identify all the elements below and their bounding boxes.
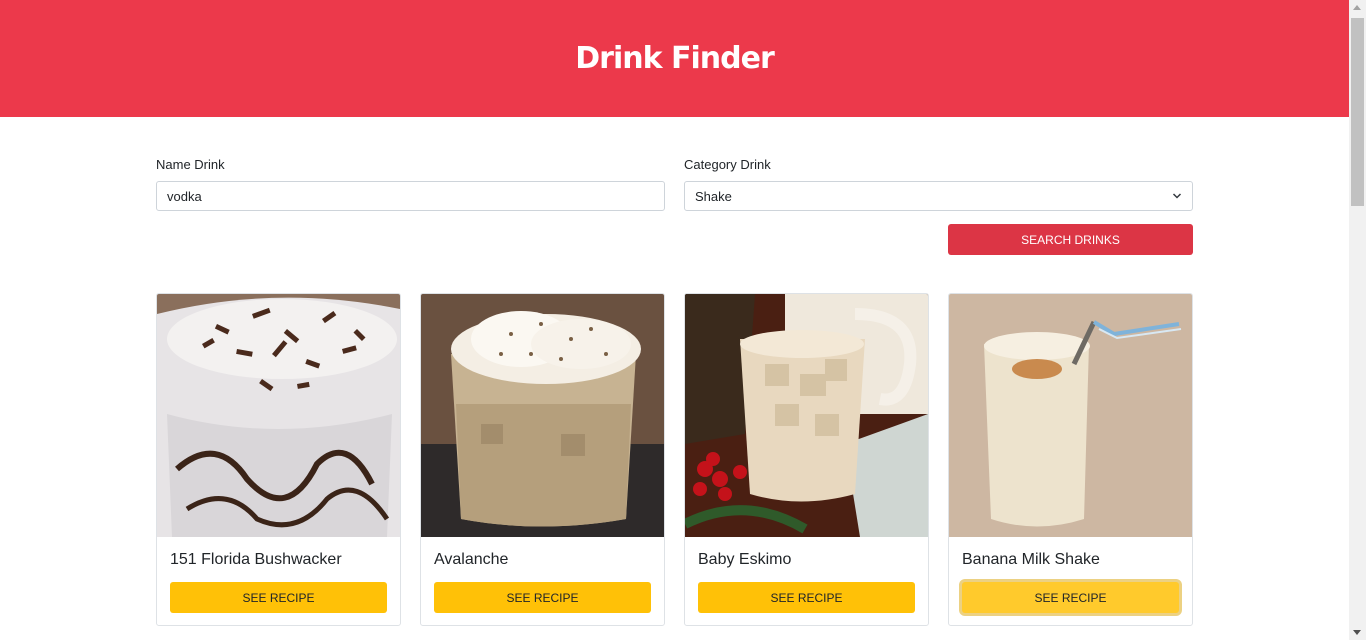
drink-image	[685, 294, 928, 537]
see-recipe-button[interactable]: SEE RECIPE	[170, 582, 387, 613]
scrollbar-thumb[interactable]	[1351, 18, 1364, 206]
category-label: Category Drink	[684, 157, 771, 172]
vertical-scrollbar[interactable]	[1349, 0, 1366, 640]
chevron-down-icon	[1172, 193, 1182, 199]
drink-card: Avalanche SEE RECIPE	[420, 293, 665, 626]
category-field: Category Drink Shake	[684, 157, 1193, 211]
drink-title: Baby Eskimo	[698, 551, 792, 568]
see-recipe-button[interactable]: SEE RECIPE	[434, 582, 651, 613]
scroll-up-icon[interactable]	[1353, 5, 1361, 10]
drink-card: Baby Eskimo SEE RECIPE	[684, 293, 929, 626]
drink-image	[421, 294, 664, 537]
drink-card: Banana Milk Shake SEE RECIPE	[948, 293, 1193, 626]
category-select-value: Shake	[695, 188, 732, 204]
see-recipe-button[interactable]: SEE RECIPE	[698, 582, 915, 613]
drink-title: Avalanche	[434, 551, 509, 568]
name-input[interactable]: vodka	[156, 181, 665, 211]
drink-title: Banana Milk Shake	[962, 551, 1100, 568]
drink-image	[157, 294, 400, 537]
drink-title: 151 Florida Bushwacker	[170, 551, 342, 568]
drink-card: 151 Florida Bushwacker SEE RECIPE	[156, 293, 401, 626]
search-drinks-button[interactable]: SEARCH DRINKS	[948, 224, 1193, 255]
see-recipe-button[interactable]: SEE RECIPE	[962, 582, 1179, 613]
name-field: Name Drink vodka	[156, 157, 665, 211]
name-input-value: vodka	[167, 188, 202, 204]
page-title: Drink Finder	[575, 41, 774, 76]
drink-image	[949, 294, 1192, 537]
name-label: Name Drink	[156, 157, 225, 172]
category-select[interactable]: Shake	[684, 181, 1193, 211]
scroll-down-icon[interactable]	[1353, 630, 1361, 635]
page-header: Drink Finder	[0, 0, 1349, 117]
